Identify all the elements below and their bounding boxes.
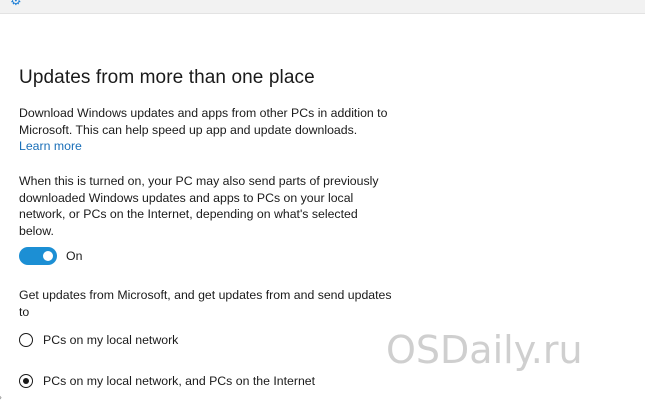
title-bar: ⚙	[0, 0, 645, 14]
options-intro-text: Get updates from Microsoft, and get upda…	[19, 288, 392, 319]
radio-label: PCs on my local network, and PCs on the …	[43, 374, 316, 388]
radio-button-selected[interactable]	[19, 374, 33, 388]
description-line: Download Windows updates and apps from o…	[19, 106, 388, 137]
toggle-row: On	[19, 246, 82, 266]
gear-icon: ⚙	[10, 0, 22, 8]
description-text: Download Windows updates and apps from o…	[19, 105, 394, 155]
toggle-state-label: On	[66, 249, 83, 263]
radio-option-local-and-internet[interactable]: PCs on my local network, and PCs on the …	[19, 374, 315, 388]
radio-label: PCs on my local network	[43, 333, 179, 347]
updates-toggle[interactable]	[19, 247, 57, 265]
explanation-text: When this is turned on, your PC may also…	[19, 174, 379, 238]
radio-option-local-network[interactable]: PCs on my local network	[19, 333, 178, 347]
toggle-knob	[43, 251, 53, 261]
watermark: OSDaily.ru	[386, 328, 583, 372]
page-title: Updates from more than one place	[19, 67, 315, 88]
radio-button[interactable]	[19, 333, 33, 347]
chevron-right-icon: ›	[0, 390, 2, 404]
learn-more-link[interactable]: Learn more	[19, 139, 82, 153]
